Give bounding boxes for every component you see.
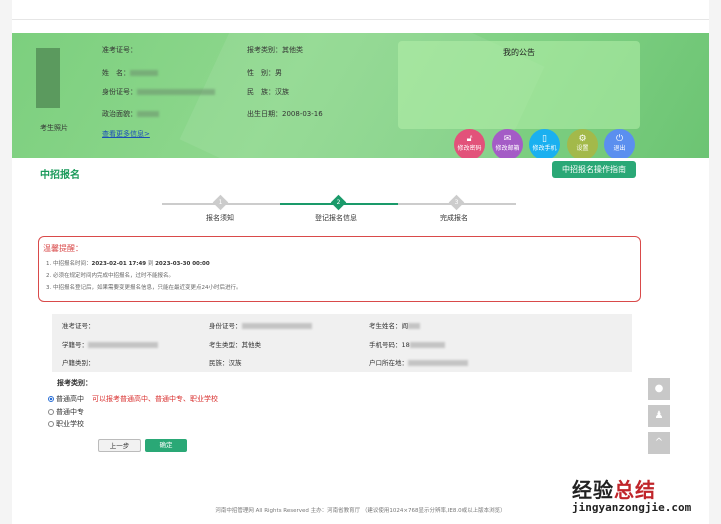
label: 修改手机 [532,144,557,152]
option-label: 普通中专 [56,408,84,416]
gender-label: 性 别： [247,69,275,77]
watermark: 经验总结 jingyanzongjie.com [572,478,692,514]
name-label: 考生姓名： [369,322,402,330]
option-label: 职业学校 [56,420,84,428]
radio-secondary-vocational[interactable]: 普通中专 [48,407,84,417]
name-value-blurred [130,70,158,76]
blurred [408,323,420,329]
student-no-label: 学籍号： [62,341,88,349]
label: 修改密码 [457,144,482,152]
id-label: 身份证号： [209,322,242,330]
settings-button[interactable]: ⚙ 设置 [567,129,598,158]
step-3-label: 完成报名 [440,214,468,222]
name-label: 姓 名： [102,69,130,77]
phone-value: 18 [401,341,410,349]
divider [12,19,709,20]
blurred [409,342,445,348]
politics-value-blurred [137,111,159,117]
change-phone-button[interactable]: ▯ 修改手机 [529,129,560,158]
phone-icon: ▯ [542,134,547,144]
household-label: 户籍类别： [62,359,95,367]
guide-button[interactable]: 中招报名操作指南 [552,161,636,178]
step-2-label: 登记报名信息 [315,214,357,222]
announcement-title: 我的公告 [503,48,535,57]
view-more-link[interactable]: 查看更多信息> [102,129,150,139]
ethnic-value: 汉族 [275,88,289,96]
birth-value: 2008-03-16 [282,110,323,118]
id-label: 身份证号： [102,88,137,96]
mail-icon: ✉ [503,134,512,144]
blurred [88,342,158,348]
id-value-blurred [137,89,215,95]
step-num: 1 [218,199,223,206]
logout-button[interactable]: ⏻ 退出 [604,129,635,158]
end-time: 2023-03-30 00:00 [155,261,210,267]
change-password-button[interactable]: 🔓︎ 修改密码 [454,129,485,158]
step-1-marker: 1 [212,194,229,211]
blurred [408,360,468,366]
ethnic-label: 民 族： [247,88,275,96]
phone-label: 手机号码： [369,341,402,349]
step-num: 2 [336,199,341,206]
student-type: 考生类型：其他类 [209,341,261,349]
radio-vocational-school[interactable]: 职业学校 [48,419,84,429]
label: 设置 [576,144,589,152]
power-icon: ⏻ [615,134,624,144]
ethnic: 民族：汉族 [209,359,242,367]
start-time: 2023-02-01 17:49 [91,261,147,267]
back-to-top-button[interactable]: ^ [648,432,670,454]
step-num: 3 [454,199,459,206]
category-tip: 可以报考普通高中、普通中专、职业学校 [92,395,218,403]
change-email-button[interactable]: ✉ 修改邮箱 [492,129,523,158]
confirm-button[interactable]: 确定 [145,439,187,452]
lock-icon: 🔓︎ [466,134,473,144]
reminder-title: 温馨提醒： [43,244,83,253]
id-blurred [241,323,312,329]
gender-value: 男 [275,69,282,77]
details-panel: 准考证号： 身份证号： 考生姓名：阎 学籍号： 考生类型：其他类 手机号码：18… [52,314,632,372]
photo-label: 考生照片 [40,124,68,132]
exam-no-label: 准考证号： [62,322,95,330]
label: 退出 [613,144,626,152]
category-value: 其他类 [282,46,303,54]
student-photo [36,48,60,108]
reminder-line-1: 1. 中招报名时间： [46,261,92,267]
politics-label: 政治面貌： [102,110,137,118]
wechat-icon[interactable]: ● [648,378,670,400]
option-label: 普通高中 [56,395,84,403]
reminder-line-3: 3. 中招报名登记后，如果需要变更报名信息，只能在最近变更点24小时后进行。 [46,285,242,291]
label: 修改邮箱 [495,144,520,152]
watermark-url: jingyanzongjie.com [572,501,692,514]
announcement-panel: 我的公告 [398,41,640,129]
exam-no-label: 准考证号： [102,46,137,54]
birth-label: 出生日期： [247,110,282,118]
step-1-label: 报名须知 [206,214,234,222]
reminder-box: 温馨提醒： 1. 中招报名时间：2023-02-01 17:49 到 2023-… [38,236,641,302]
radio-general-high[interactable]: 普通高中 可以报考普通高中、普通中专、职业学校 [48,394,218,404]
prev-button[interactable]: 上一步 [98,439,141,452]
qq-icon[interactable]: ♟ [648,405,670,427]
reminder-line-2: 2. 必须在规定时间内完成中招报名，过时不能报名。 [46,273,174,279]
to-label: 到 [146,261,156,267]
gear-icon: ⚙ [578,134,587,144]
step-2-marker: 2 [330,194,347,211]
category-heading: 报考类别： [57,379,92,387]
category-label: 报考类别： [247,46,282,54]
address-label: 户口所在地： [369,359,408,367]
profile-banner: 考生照片 准考证号： 姓 名： 身份证号： 政治面貌： 查看更多信息> 报考类别… [12,33,709,158]
step-3-marker: 3 [448,194,465,211]
page: 考生照片 准考证号： 姓 名： 身份证号： 政治面貌： 查看更多信息> 报考类别… [12,0,709,524]
page-title: 中招报名 [40,170,80,181]
